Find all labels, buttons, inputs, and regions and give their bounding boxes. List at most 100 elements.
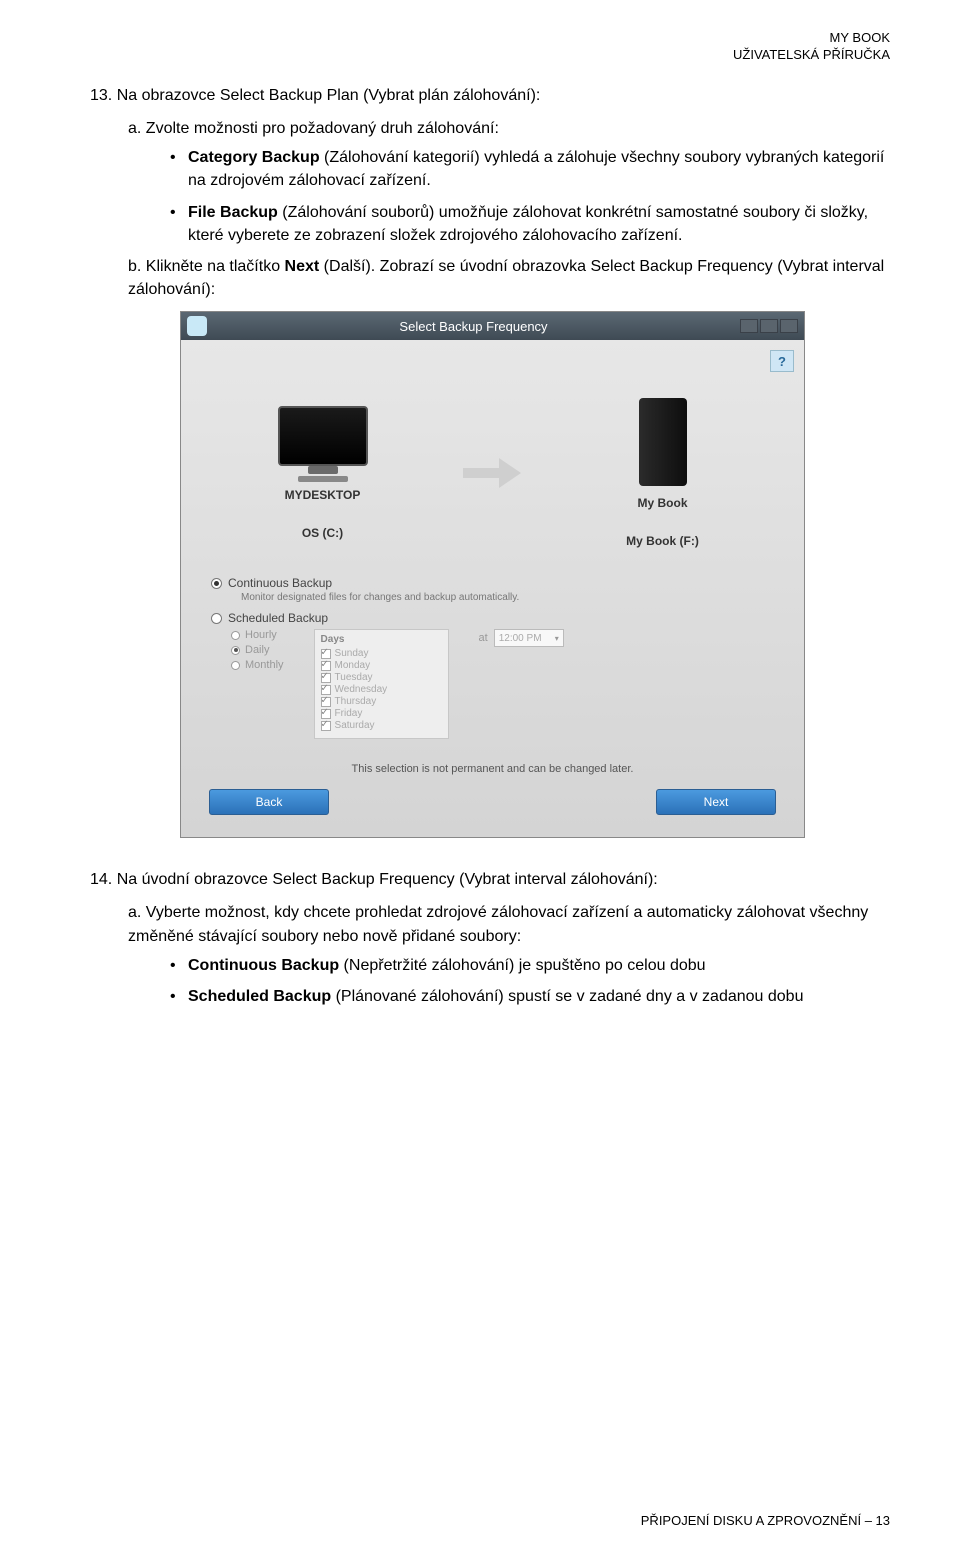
- schedule-block: Hourly Daily Monthly: [231, 629, 784, 739]
- checkbox-icon: [321, 649, 331, 659]
- hdd-icon: [639, 398, 687, 486]
- radio-icon: [231, 646, 240, 655]
- screenshot: Select Backup Frequency ? MYDESKTOP OS (…: [180, 311, 890, 838]
- day-label: Wednesday: [335, 684, 388, 695]
- time-select[interactable]: 12:00 PM ▾: [494, 629, 564, 647]
- day-label: Thursday: [335, 696, 377, 707]
- step-14-bullet-2: Scheduled Backup (Plánované zálohování) …: [170, 985, 890, 1008]
- day-label: Friday: [335, 708, 363, 719]
- days-head: Days: [321, 634, 442, 645]
- day-label: Saturday: [335, 720, 375, 731]
- step-14-number: 14.: [90, 871, 112, 888]
- step-13-b: b. Klikněte na tlačítko Next (Další). Zo…: [128, 255, 890, 301]
- day-monday[interactable]: Monday: [321, 660, 442, 671]
- step-14-a-text: Vyberte možnost, kdy chcete prohledat zd…: [128, 904, 868, 944]
- step-13-bullets: Category Backup (Zálohování kategorií) v…: [170, 146, 890, 247]
- step-14: 14. Na úvodní obrazovce Select Backup Fr…: [90, 868, 890, 891]
- time-value: 12:00 PM: [499, 633, 542, 644]
- help-row: ?: [191, 350, 794, 372]
- checkbox-icon: [321, 697, 331, 707]
- radio-icon: [231, 661, 240, 670]
- chevron-down-icon: ▾: [555, 634, 559, 643]
- day-thursday[interactable]: Thursday: [321, 696, 442, 707]
- day-sunday[interactable]: Sunday: [321, 648, 442, 659]
- footer-note: This selection is not permanent and can …: [191, 763, 794, 775]
- radio-icon: [211, 578, 222, 589]
- app-window: Select Backup Frequency ? MYDESKTOP OS (…: [180, 311, 805, 838]
- step-14-bullet-1-rest: (Nepřetržité zálohování) je spuštěno po …: [339, 957, 705, 974]
- continuous-desc: Monitor designated files for changes and…: [241, 592, 784, 603]
- next-button[interactable]: Next: [656, 789, 776, 815]
- window-title: Select Backup Frequency: [207, 319, 740, 334]
- continuous-label: Continuous Backup: [228, 576, 332, 590]
- target-device: My Book My Book (F:): [573, 398, 753, 548]
- checkbox-icon: [321, 673, 331, 683]
- radio-icon: [211, 613, 222, 624]
- step-14-a: a. Vyberte možnost, kdy chcete prohledat…: [128, 901, 890, 947]
- step-13-bullet-2: File Backup (Zálohování souborů) umožňuj…: [170, 201, 890, 247]
- day-label: Monday: [335, 660, 371, 671]
- app-icon: [187, 316, 207, 336]
- document-header: MY BOOK UŽIVATELSKÁ PŘÍRUČKA: [90, 30, 890, 64]
- doc-header-line2: UŽIVATELSKÁ PŘÍRUČKA: [90, 47, 890, 64]
- checkbox-icon: [321, 721, 331, 731]
- monitor-icon: [278, 406, 368, 466]
- day-saturday[interactable]: Saturday: [321, 720, 442, 731]
- maximize-button[interactable]: [760, 319, 778, 333]
- day-friday[interactable]: Friday: [321, 708, 442, 719]
- checkbox-icon: [321, 661, 331, 671]
- step-14-title: Na úvodní obrazovce Select Backup Freque…: [117, 871, 658, 888]
- day-label: Tuesday: [335, 672, 373, 683]
- step-13-a-label: a.: [128, 120, 141, 137]
- continuous-backup-radio[interactable]: Continuous Backup: [211, 576, 784, 590]
- step-14-bullet-2-bold: Scheduled Backup: [188, 988, 331, 1005]
- freq-monthly[interactable]: Monthly: [231, 659, 284, 671]
- doc-header-line1: MY BOOK: [90, 30, 890, 47]
- scheduled-label: Scheduled Backup: [228, 611, 328, 625]
- checkbox-icon: [321, 685, 331, 695]
- step-13-bullet-2-rest: (Zálohování souborů) umožňuje zálohovat …: [188, 204, 868, 244]
- back-button[interactable]: Back: [209, 789, 329, 815]
- step-13-a: a. Zvolte možnosti pro požadovaný druh z…: [128, 117, 890, 140]
- source-drive: OS (C:): [302, 526, 343, 540]
- step-13-bullet-1-bold: Category Backup: [188, 149, 320, 166]
- page-footer: PŘIPOJENÍ DISKU A ZPROVOZNĚNÍ – 13: [641, 1513, 890, 1528]
- minimize-button[interactable]: [740, 319, 758, 333]
- day-wednesday[interactable]: Wednesday: [321, 684, 442, 695]
- freq-hourly-label: Hourly: [245, 629, 277, 641]
- target-drive: My Book (F:): [626, 534, 699, 548]
- day-tuesday[interactable]: Tuesday: [321, 672, 442, 683]
- step-13: 13. Na obrazovce Select Backup Plan (Vyb…: [90, 84, 890, 107]
- step-14-bullet-1-bold: Continuous Backup: [188, 957, 339, 974]
- days-box: Days Sunday Monday Tuesday Wednesday Thu…: [314, 629, 449, 739]
- freq-monthly-label: Monthly: [245, 659, 284, 671]
- source-device: MYDESKTOP OS (C:): [233, 406, 413, 540]
- radio-icon: [231, 631, 240, 640]
- step-13-a-text: Zvolte možnosti pro požadovaný druh zálo…: [146, 120, 499, 137]
- app-body: ? MYDESKTOP OS (C:) My Book My Book (F:): [181, 340, 804, 837]
- step-13-b-bold: Next: [285, 258, 320, 275]
- time-col: at 12:00 PM ▾: [479, 629, 564, 647]
- step-13-b-label: b.: [128, 258, 141, 275]
- day-label: Sunday: [335, 648, 369, 659]
- step-14-bullets: Continuous Backup (Nepřetržité zálohován…: [170, 954, 890, 1008]
- freq-daily-label: Daily: [245, 644, 269, 656]
- step-14-a-label: a.: [128, 904, 141, 921]
- step-13-number: 13.: [90, 87, 112, 104]
- freq-daily[interactable]: Daily: [231, 644, 284, 656]
- at-label: at: [479, 632, 488, 644]
- step-14-bullet-2-rest: (Plánované zálohování) spustí se v zadan…: [331, 988, 803, 1005]
- arrow-icon: [463, 458, 523, 488]
- freq-hourly[interactable]: Hourly: [231, 629, 284, 641]
- step-14-bullet-1: Continuous Backup (Nepřetržité zálohován…: [170, 954, 890, 977]
- step-13-bullet-1: Category Backup (Zálohování kategorií) v…: [170, 146, 890, 192]
- step-13-bullet-2-bold: File Backup: [188, 204, 278, 221]
- button-bar: Back Next: [191, 789, 794, 827]
- target-name: My Book: [637, 496, 687, 510]
- device-row: MYDESKTOP OS (C:) My Book My Book (F:): [191, 378, 794, 558]
- help-button[interactable]: ?: [770, 350, 794, 372]
- window-controls: [740, 319, 798, 333]
- source-name: MYDESKTOP: [285, 488, 361, 502]
- close-button[interactable]: [780, 319, 798, 333]
- scheduled-backup-radio[interactable]: Scheduled Backup: [211, 611, 784, 625]
